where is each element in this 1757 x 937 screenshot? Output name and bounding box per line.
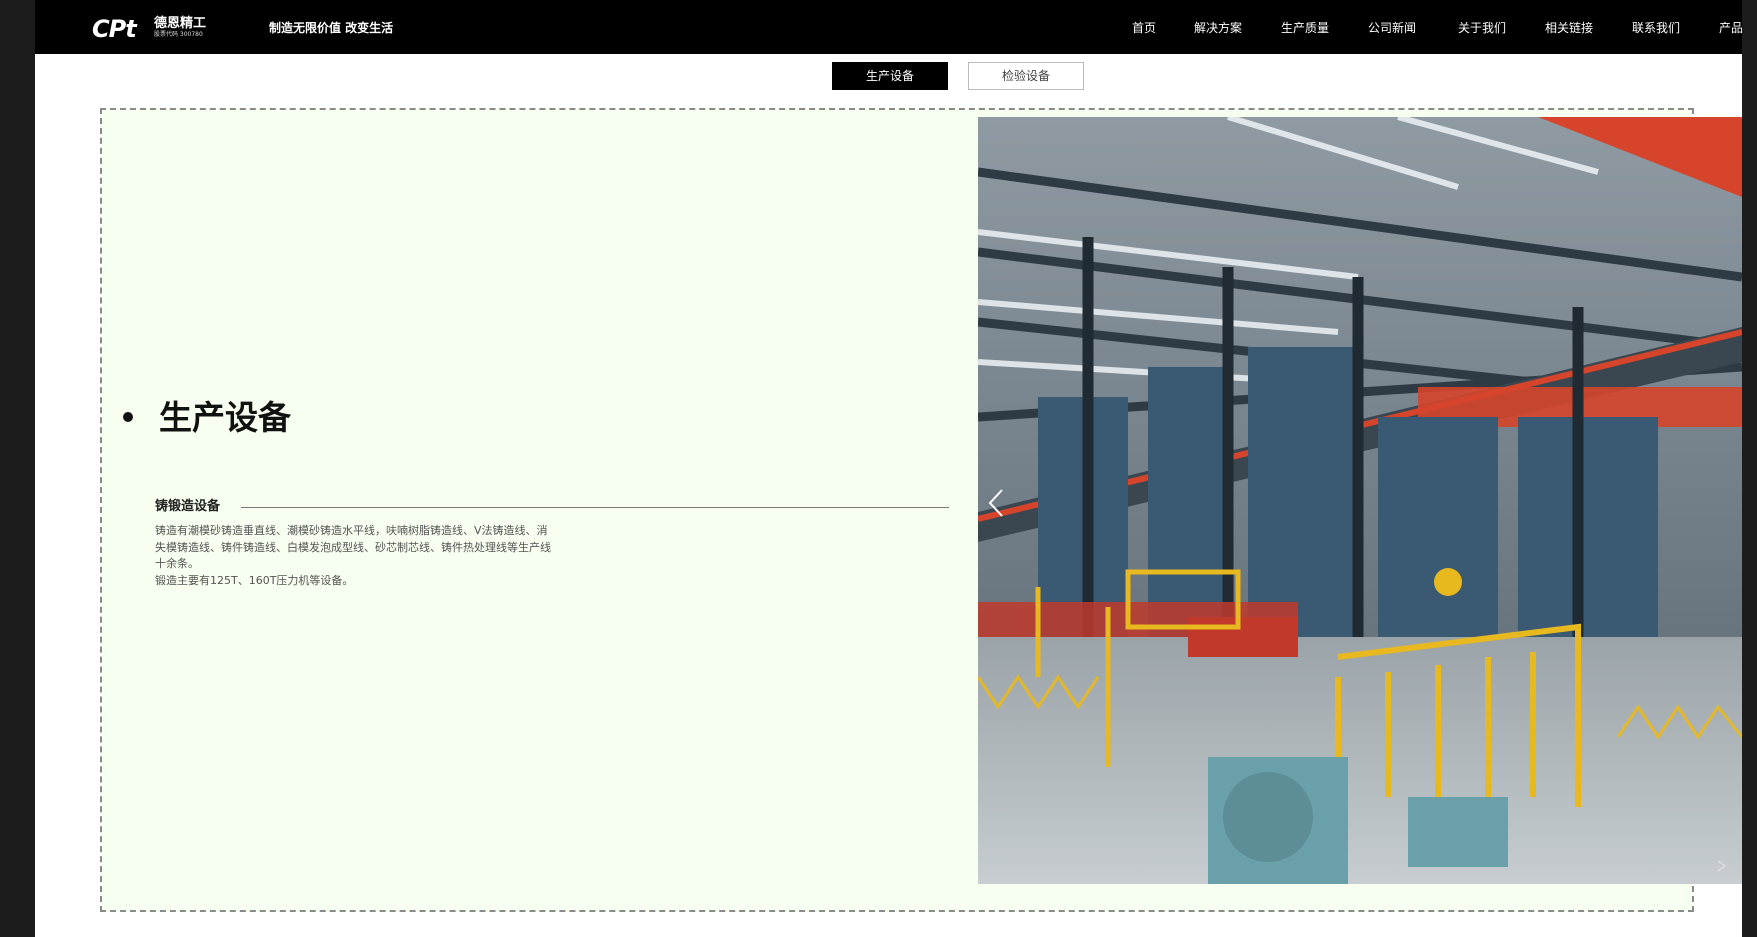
nav-item-solutions[interactable]: 解决方案 xyxy=(1194,19,1242,37)
nav-item-products[interactable]: 产品 xyxy=(1719,19,1742,37)
divider-line xyxy=(241,507,949,508)
description-paragraph: 锻造主要有125T、160T压力机等设备。 xyxy=(155,573,354,587)
nav-item-links[interactable]: 相关链接 xyxy=(1545,19,1593,37)
page: CPt 德恩精工 股票代码 300780 制造无限价值 改变生活 首页 解决方案… xyxy=(35,0,1742,937)
chevron-left-icon xyxy=(988,489,1003,517)
nav-item-quality[interactable]: 生产质量 xyxy=(1281,19,1329,37)
nav-item-about[interactable]: 关于我们 xyxy=(1458,19,1506,37)
nav-item-news[interactable]: 公司新闻 xyxy=(1368,19,1416,37)
factory-interior-photo xyxy=(978,117,1742,884)
factory-photo-illustration xyxy=(978,117,1742,884)
title-bullet xyxy=(123,412,133,422)
top-navigation-bar: CPt 德恩精工 股票代码 300780 制造无限价值 改变生活 首页 解决方案… xyxy=(35,0,1742,54)
tab-inspection-equipment[interactable]: 检验设备 xyxy=(968,62,1084,90)
logo-company-name: 德恩精工 xyxy=(154,16,207,31)
carousel-next-button[interactable] xyxy=(1715,858,1729,872)
logo-stock-code: 股票代码 300780 xyxy=(154,31,203,38)
logo-mark: CPt xyxy=(92,15,137,43)
carousel-prev-button[interactable] xyxy=(987,488,1005,518)
section-subtitle: 铸锻造设备 xyxy=(155,499,221,514)
chevron-right-icon xyxy=(1717,860,1727,872)
section-title: 生产设备 xyxy=(159,398,291,437)
nav-item-contact[interactable]: 联系我们 xyxy=(1632,19,1680,37)
tab-production-equipment[interactable]: 生产设备 xyxy=(832,62,948,90)
section-description: 铸造有潮模砂铸造垂直线、潮模砂铸造水平线，呋喃树脂铸造线、V法铸造线、消失模铸造… xyxy=(155,523,555,589)
logo-slogan: 制造无限价值 改变生活 xyxy=(269,21,394,35)
nav-item-home[interactable]: 首页 xyxy=(1132,19,1156,37)
description-paragraph: 铸造有潮模砂铸造垂直线、潮模砂铸造水平线，呋喃树脂铸造线、V法铸造线、消失模铸造… xyxy=(155,524,551,570)
